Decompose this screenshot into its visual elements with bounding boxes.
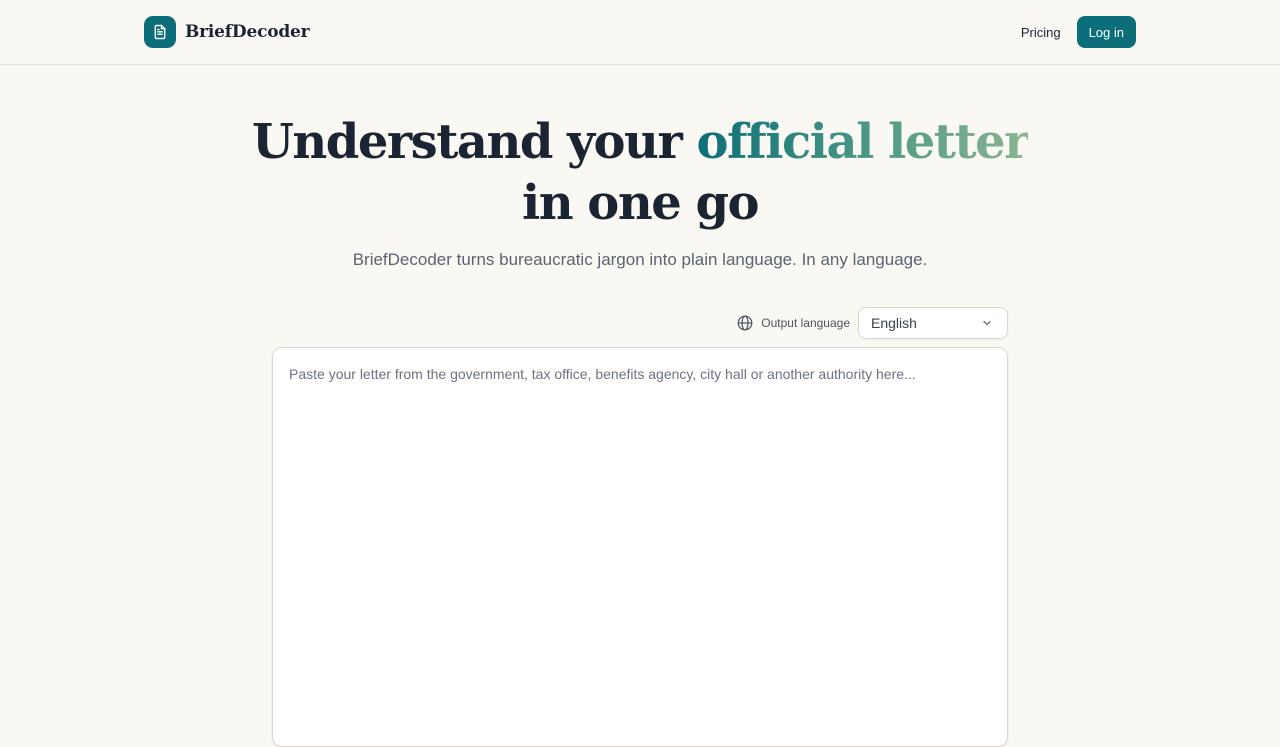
hero-title-start: Understand your [252, 114, 697, 170]
output-language-label: Output language [761, 316, 850, 330]
document-icon [144, 16, 176, 48]
globe-icon [737, 315, 753, 331]
top-nav: Pricing Log in [1021, 16, 1136, 48]
brand-name: BriefDecoder [185, 22, 310, 42]
top-header: BriefDecoder Pricing Log in [0, 0, 1280, 65]
pricing-link[interactable]: Pricing [1021, 25, 1061, 40]
hero-subtitle: BriefDecoder turns bureaucratic jargon i… [352, 250, 928, 269]
brand[interactable]: BriefDecoder [144, 16, 310, 48]
hero-title-accent: official letter [696, 114, 1029, 170]
output-language-select[interactable]: English [858, 307, 1008, 339]
chevron-down-icon [983, 320, 991, 326]
hero-title: Understand your official letter in one g… [240, 112, 1040, 234]
output-language-row: Output language English [737, 307, 1008, 339]
hero-title-end: in one go [521, 175, 760, 231]
letter-input[interactable] [289, 366, 991, 728]
output-language-value: English [871, 315, 917, 331]
letter-input-container [272, 347, 1008, 747]
login-button[interactable]: Log in [1076, 16, 1136, 48]
